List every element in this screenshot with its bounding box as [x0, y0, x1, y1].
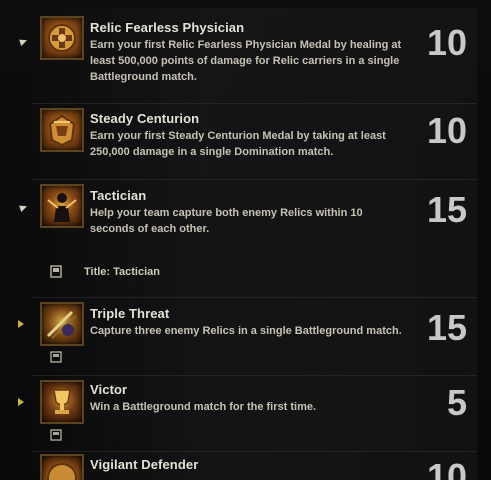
achievement-name: Triple Threat [90, 306, 170, 321]
reward-icon [50, 350, 62, 363]
achievement-list: Relic Fearless Physician Earn your first… [0, 0, 491, 480]
achievement-points: 15 [426, 307, 467, 348]
shield-defender-icon [40, 454, 84, 480]
achievement-description: Earn your first Steady Centurion Medal b… [90, 130, 386, 158]
achievement-points: 10 [426, 22, 467, 63]
achievement-row[interactable]: Tactician Help your team capture both en… [0, 180, 491, 298]
expand-arrow-icon[interactable] [18, 398, 24, 406]
achievement-name: Relic Fearless Physician [90, 20, 245, 35]
achievement-row[interactable]: Steady Centurion Earn your first Steady … [0, 104, 491, 180]
reward-title-label: Title: Tactician [84, 266, 161, 278]
achievement-description: Help your team capture both enemy Relics… [90, 207, 363, 235]
achievement-name: Tactician [90, 188, 147, 203]
title-reward-icon [50, 265, 62, 278]
achievement-description: Capture three enemy Relics in a single B… [90, 325, 402, 337]
medal-centurion-icon [40, 108, 84, 152]
achievement-points: 5 [446, 382, 467, 423]
trophy-icon [40, 380, 84, 424]
achievement-description: Win a Battleground match for the first t… [90, 401, 317, 413]
triple-threat-icon [40, 302, 84, 346]
achievement-points: 10 [426, 456, 467, 480]
achievement-description: Earn your first Relic Fearless Physician… [90, 39, 402, 83]
achievement-name: Steady Centurion [90, 111, 200, 126]
medal-healer-icon [40, 16, 84, 60]
achievement-row[interactable]: Triple Threat Capture three enemy Relics… [0, 298, 491, 376]
achievement-row[interactable]: Vigilant Defender 10 [0, 452, 491, 480]
achievement-name: Victor [90, 382, 128, 397]
tactician-icon [40, 184, 84, 228]
expand-arrow-icon[interactable] [18, 320, 24, 328]
achievement-row[interactable]: Victor Win a Battleground match for the … [0, 376, 491, 452]
achievement-name: Vigilant Defender [90, 457, 199, 472]
collapse-arrow-icon[interactable] [17, 202, 27, 212]
reward-icon [50, 428, 62, 441]
achievement-row[interactable]: Relic Fearless Physician Earn your first… [0, 8, 491, 104]
achievement-points: 10 [426, 110, 467, 151]
collapse-arrow-icon[interactable] [17, 36, 27, 46]
achievement-points: 15 [426, 189, 467, 230]
